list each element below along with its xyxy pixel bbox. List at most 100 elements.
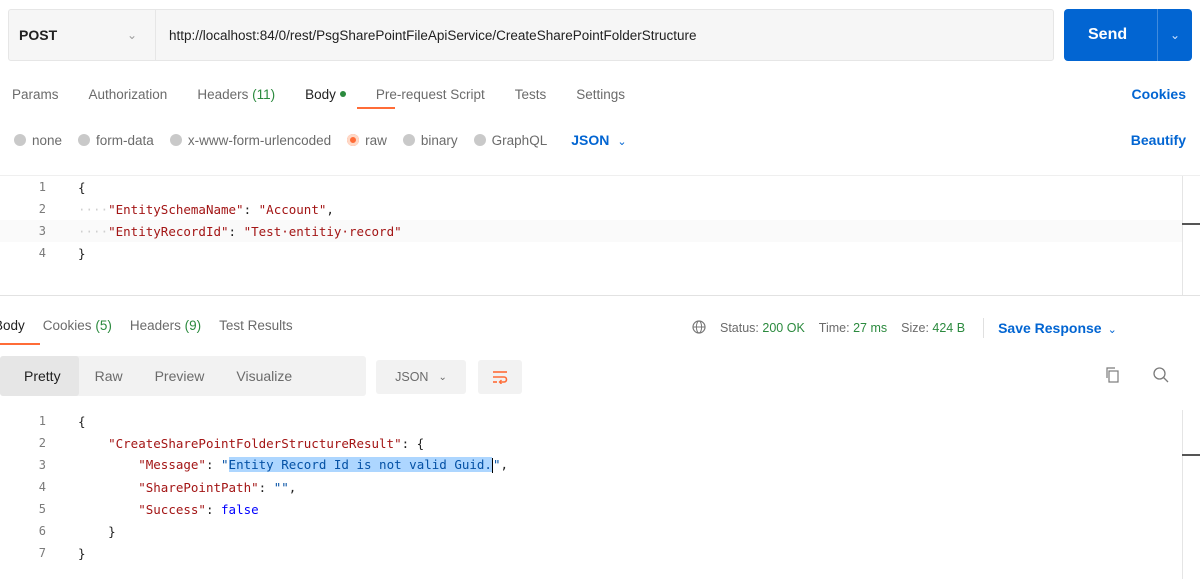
search-icon[interactable]	[1150, 364, 1172, 386]
tab-body[interactable]: Body	[305, 87, 346, 102]
code-line: 7 }	[0, 542, 1200, 564]
view-pretty[interactable]: Pretty	[0, 356, 79, 396]
status-code[interactable]: Status: 200 OK	[720, 321, 805, 335]
body-option-urlencoded[interactable]: x-www-form-urlencoded	[169, 132, 332, 148]
line-number: 4	[38, 246, 46, 260]
response-format-select[interactable]: JSON ⌄	[376, 360, 466, 394]
status-label: Status:	[720, 321, 759, 335]
time-value: 27 ms	[853, 321, 888, 335]
indent-whitespace: ····	[78, 223, 109, 239]
response-toolbar: Pretty Raw Preview Visualize JSON ⌄	[0, 356, 1200, 396]
tab-pre-request-script[interactable]: Pre-request Script	[376, 87, 485, 102]
cookies-link[interactable]: Cookies	[1132, 86, 1186, 102]
brace: }	[78, 545, 86, 561]
json-boolean: false	[221, 501, 259, 517]
beautify-link[interactable]: Beautify	[1131, 132, 1186, 148]
view-preview[interactable]: Preview	[139, 356, 221, 396]
code-text: "Message": "Entity Record Id is not vali…	[138, 457, 509, 473]
response-size[interactable]: Size: 424 B	[901, 321, 965, 335]
brace: }	[108, 523, 116, 539]
indent-whitespace: ····	[78, 201, 109, 217]
code-text: }	[54, 246, 86, 261]
selected-text[interactable]: Entity Record Id is not valid Guid.	[228, 457, 492, 472]
url-input[interactable]: http://localhost:84/0/rest/PsgSharePoint…	[156, 10, 1053, 60]
body-option-binary[interactable]: binary	[402, 133, 458, 148]
tab-tests[interactable]: Tests	[515, 87, 547, 102]
tab-label: Headers	[129, 318, 181, 333]
tab-response-cookies[interactable]: Cookies (5)	[43, 318, 112, 333]
scrollbar-thumb[interactable]	[1182, 223, 1200, 225]
wrap-lines-button[interactable]	[478, 360, 522, 394]
size-label: Size:	[901, 321, 929, 335]
body-option-none[interactable]: none	[14, 133, 62, 148]
tab-authorization[interactable]: Authorization	[89, 87, 168, 102]
code-line: 5 "Success": false	[0, 498, 1200, 520]
brace: {	[78, 179, 86, 195]
globe-icon[interactable]	[692, 319, 706, 337]
save-response-label: Save Response	[998, 320, 1102, 336]
code-text: "CreateSharePointFolderStructureResult":…	[108, 435, 425, 451]
option-label: none	[32, 132, 63, 148]
line-number: 2	[38, 202, 46, 216]
response-view-mode: Pretty Raw Preview Visualize	[0, 356, 366, 396]
divider	[983, 318, 985, 338]
view-visualize[interactable]: Visualize	[220, 356, 308, 396]
body-option-graphql[interactable]: GraphQL	[473, 133, 547, 148]
json-key: "EntityRecordId"	[108, 223, 229, 239]
line-number: 5	[38, 502, 46, 516]
tab-response-body[interactable]: Body	[0, 318, 25, 333]
body-option-form-data[interactable]: form-data	[78, 133, 154, 148]
tab-settings[interactable]: Settings	[576, 87, 625, 102]
body-option-raw[interactable]: raw	[347, 133, 387, 148]
json-key: "Message"	[138, 457, 206, 472]
radio-selected-icon[interactable]	[347, 134, 360, 146]
view-raw[interactable]: Raw	[79, 356, 139, 396]
line-number: 7	[38, 546, 46, 560]
method-select[interactable]: POST ⌄	[9, 10, 156, 60]
tab-test-results[interactable]: Test Results	[219, 318, 293, 333]
line-number: 6	[38, 524, 46, 538]
line-number: 3	[38, 224, 46, 238]
code-text: ····"EntitySchemaName": "Account",	[78, 201, 334, 217]
chevron-down-icon[interactable]: ⌄	[1158, 28, 1192, 42]
tab-label: Cookies	[42, 318, 92, 333]
send-button[interactable]: Send ⌄	[1064, 9, 1192, 61]
save-response-button[interactable]: Save Response ⌄	[998, 320, 1117, 336]
method-label: POST	[19, 27, 58, 43]
line-number: 1	[38, 180, 46, 194]
tab-params[interactable]: Params	[12, 87, 59, 102]
code-line: 3 "Message": "Entity Record Id is not va…	[0, 454, 1200, 476]
radio-icon[interactable]	[473, 134, 486, 146]
response-time[interactable]: Time: 27 ms	[819, 321, 887, 335]
request-editor-scrollbar[interactable]	[1182, 176, 1200, 296]
radio-icon[interactable]	[402, 134, 415, 146]
radio-icon[interactable]	[78, 134, 91, 146]
code-text: }	[54, 546, 86, 561]
status-value: 200 OK	[762, 321, 805, 335]
time-label: Time:	[818, 321, 850, 335]
tab-body-label: Body	[305, 86, 336, 102]
scrollbar-thumb[interactable]	[1182, 454, 1200, 456]
chevron-down-icon: ⌄	[126, 28, 137, 42]
code-text: {	[54, 414, 86, 429]
request-tabs: Params Authorization Headers (11) Body P…	[12, 83, 1186, 109]
response-viewer-scrollbar[interactable]	[1182, 410, 1200, 579]
response-header: Body Cookies (5) Headers (9) Test Result…	[0, 295, 1200, 355]
radio-icon[interactable]	[14, 134, 26, 146]
code-text: "SharePointPath": "",	[138, 479, 297, 495]
code-line: 2 "CreateSharePointFolderStructureResult…	[0, 432, 1200, 454]
radio-icon[interactable]	[169, 134, 182, 146]
active-tab-underline	[0, 343, 40, 345]
json-key: "Success"	[138, 501, 206, 517]
body-format-select[interactable]: JSON ⌄	[571, 132, 626, 148]
response-tabs: Body Cookies (5) Headers (9) Test Result…	[0, 318, 311, 333]
line-number: 4	[38, 480, 46, 494]
option-label: x-www-form-urlencoded	[187, 132, 332, 148]
active-tab-underline	[357, 107, 395, 109]
response-body-viewer[interactable]: 1 { 2 "CreateSharePointFolderStructureRe…	[0, 410, 1200, 579]
tab-response-headers[interactable]: Headers (9)	[130, 318, 201, 333]
tab-headers[interactable]: Headers (11)	[197, 87, 275, 102]
copy-icon[interactable]	[1101, 364, 1123, 386]
request-body-editor[interactable]: 1 { 2 ····"EntitySchemaName": "Account",…	[0, 175, 1200, 296]
code-text: "Success": false	[138, 501, 259, 517]
